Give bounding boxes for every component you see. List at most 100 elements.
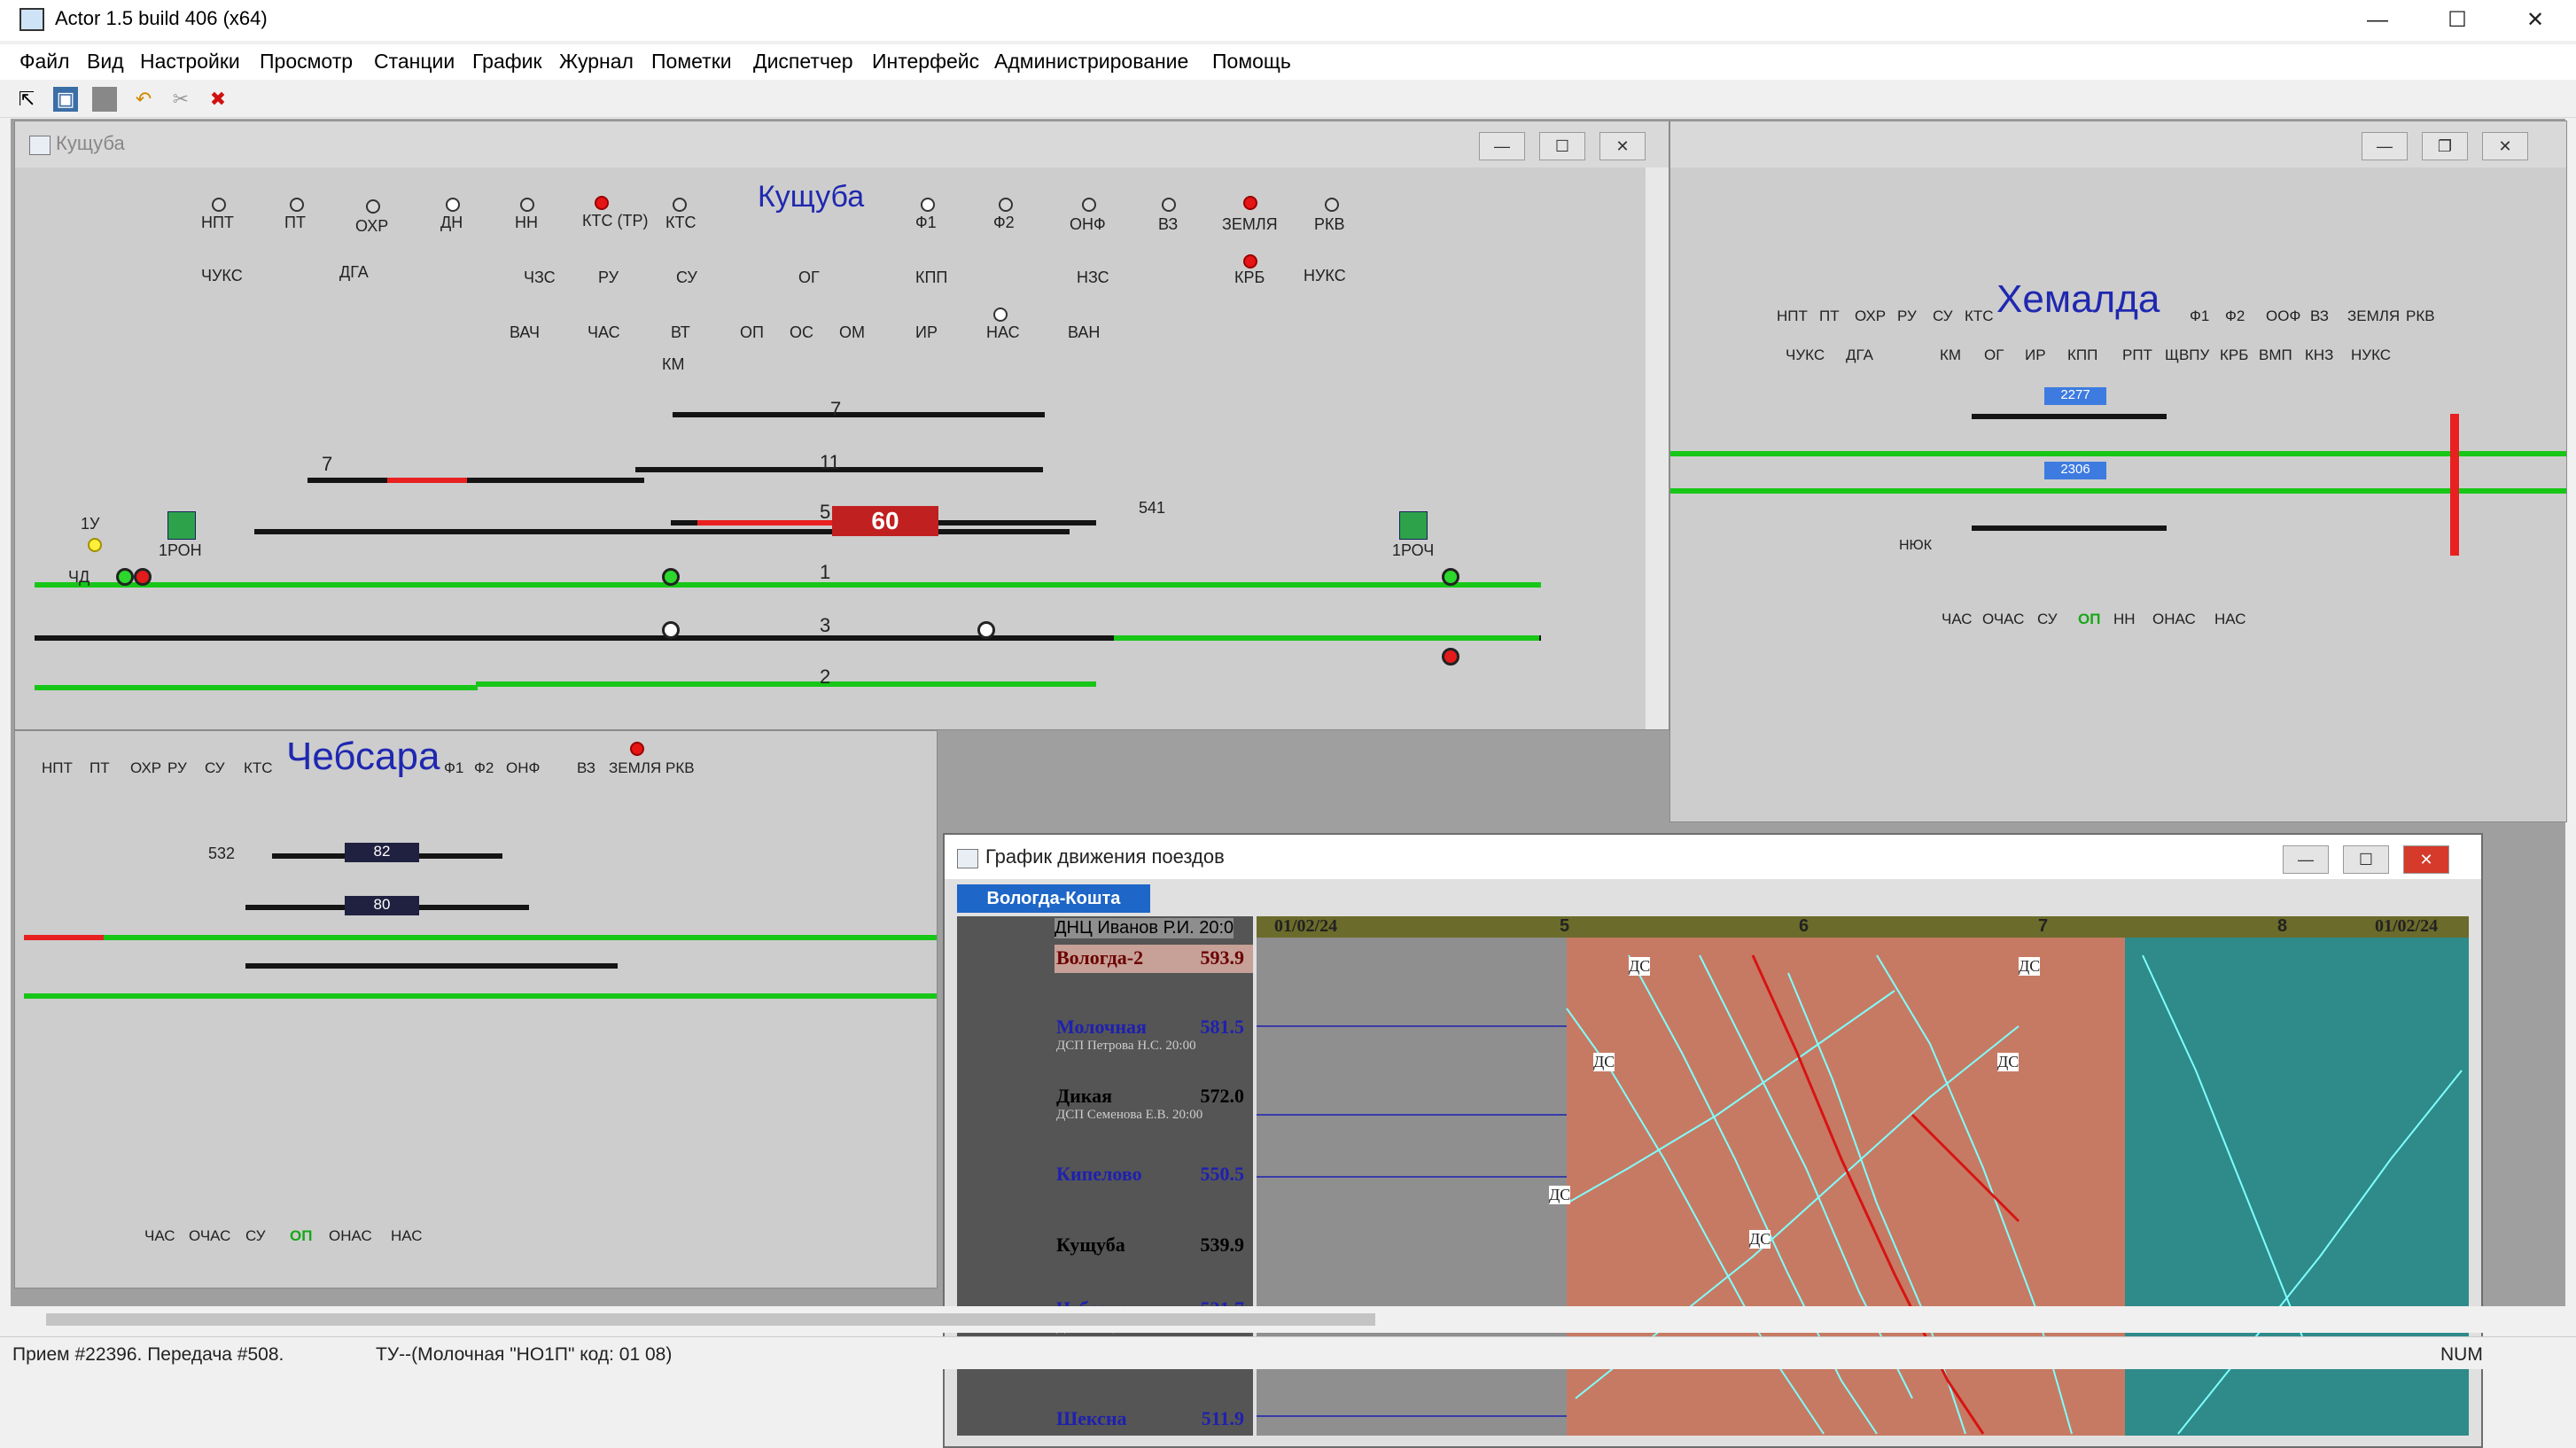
pointer-icon[interactable]: ⇱ [14,87,39,112]
indicator-label: ЧУКС [1786,346,1825,363]
signal-nd[interactable] [1442,648,1459,666]
scroll-thumb[interactable] [46,1313,1375,1326]
maximize-button[interactable]: ☐ [2419,0,2495,41]
indicator-label: КРБ [1234,269,1265,286]
indicator-label: ОЧАС [1982,611,2025,627]
indicator-label: ПТ [284,214,306,231]
menu-settings[interactable]: Настройки [140,50,240,74]
scissors-icon[interactable]: ✂ [168,87,193,112]
graph-maximize-button[interactable]: ☐ [2343,845,2389,874]
station-name[interactable]: Шексна [1056,1407,1127,1430]
indicator-label: ВАН [1068,323,1101,341]
indicator-label: ПТ [1819,308,1840,324]
horizontal-scrollbar[interactable] [11,1306,2565,1333]
menu-interface[interactable]: Интерфейс [872,50,979,74]
indicator-label: ЧАС [588,323,620,341]
indicator-label: НУКС [2351,346,2392,363]
signal-n1[interactable] [662,568,680,586]
indicator-label: ОС [790,323,813,341]
indicator-label: Ф2 [474,759,494,776]
monitor-icon[interactable]: ▣ [53,87,78,112]
station-name[interactable]: Кущуба [1056,1234,1125,1257]
station-name[interactable]: Кипелово [1056,1163,1142,1186]
train-speed-badge[interactable]: 60 [832,506,938,536]
station-window-khemalda[interactable]: — ❐ ✕ Хемалда НПТ ПТ ОХР РУ СУ КТС Ф1 Ф2… [1669,121,2567,822]
indicator-label: НУКС [1304,267,1346,284]
child-minimize-button[interactable]: — [2362,132,2408,160]
station-name[interactable]: Вологда-2 [1056,946,1143,969]
stop-icon[interactable] [92,87,117,112]
title-bar: Actor 1.5 build 406 (x64) — ☐ ✕ [0,0,2576,41]
indicator-label: НАС [986,323,1020,341]
signal-ch1[interactable] [977,621,995,639]
station-name[interactable]: Молочная [1056,1016,1147,1039]
indicator-npt [212,198,226,212]
signal-n[interactable] [1442,568,1459,586]
menu-view[interactable]: Вид [87,50,124,74]
tab-section[interactable]: Вологда-Кошта [957,884,1150,913]
signal-chd-red[interactable] [134,568,152,586]
close-button[interactable]: ✕ [2497,0,2573,41]
indicator-label: СУ [245,1227,266,1244]
delete-icon[interactable]: ✖ [206,87,230,112]
graph-minimize-button[interactable]: — [2283,845,2329,874]
child-maximize-button[interactable]: ☐ [1539,132,1585,160]
indicator-label: ВЗ [2310,308,2330,324]
station-mark: ДС [1549,1186,1571,1204]
graph-close-button[interactable]: ✕ [2403,845,2449,874]
hour-label: 7 [2038,916,2049,936]
child-close-button[interactable]: ✕ [1599,132,1646,160]
track-number: 5 [820,501,831,523]
km-label: КМ [662,355,685,373]
signal-n3[interactable] [662,621,680,639]
date-label: 01/02/24 [2375,916,2439,936]
menu-help[interactable]: Помощь [1212,50,1291,74]
indicator-label: Ф1 [915,214,937,231]
indicator-label: РКВ [2406,308,2435,324]
vertical-scrollbar[interactable] [1646,167,1669,729]
menu-admin[interactable]: Администрирование [994,50,1188,74]
station-mark: ДС [2019,957,2041,976]
indicator-vz [1162,198,1176,212]
status-bar: Прием #22396. Передача #508. ТУ--(Молочн… [0,1336,2576,1369]
km-post-label: 541 [1139,499,1166,517]
train-number-badge[interactable]: 2306 [2044,462,2106,479]
status-num: NUM [2440,1344,2483,1365]
track-9 [254,529,1070,534]
signal-chd[interactable] [116,568,134,586]
indicator-onf [1082,198,1096,212]
station-window-chebsara[interactable]: Чебсара НПТ ПТ ОХР РУ СУ КТС Ф1 Ф2 ОНФ В… [14,730,938,1288]
app-icon [19,8,44,31]
menu-browse[interactable]: Просмотр [260,50,353,74]
train-number-badge[interactable]: 2277 [2044,387,2106,405]
menu-journal[interactable]: Журнал [559,50,634,74]
undo-icon[interactable]: ↶ [131,87,156,112]
station-window-kushchuba[interactable]: Кущуба — ☐ ✕ Кущуба НПТ ПТ ОХР ДН НН КТС… [14,121,1669,730]
menu-dispatcher[interactable]: Диспетчер [753,50,853,74]
track-number: 7 [322,453,333,475]
station-name[interactable]: Дикая [1056,1085,1112,1108]
indicator-dn [446,198,460,212]
indicator-zemlya [1243,196,1257,210]
train-number-badge[interactable]: 82 [345,843,419,862]
menu-stations[interactable]: Станции [374,50,455,74]
indicator-label: РУ [598,269,619,286]
indicator-rkv [1325,198,1339,212]
minimize-button[interactable]: — [2339,0,2416,41]
train-number-badge[interactable]: 80 [345,896,419,915]
station-km: 550.5 [1200,1163,1245,1185]
child-close-button[interactable]: ✕ [2482,132,2528,160]
menu-notes[interactable]: Пометки [651,50,732,74]
menu-file[interactable]: Файл [19,50,70,74]
track-number: 1 [820,561,831,583]
station-window-titlebar: — ❐ ✕ [1670,121,2566,167]
track-13 [307,478,644,483]
dsp-label: ДСП Петрова Н.С. 20:00 [1056,1039,1196,1053]
indicator-label: ПТ [89,759,110,776]
indicator-label: НЗС [1077,269,1109,286]
child-minimize-button[interactable]: — [1479,132,1525,160]
child-restore-button[interactable]: ❐ [2422,132,2468,160]
indicator-nas [993,308,1008,322]
menu-graph[interactable]: График [472,50,542,74]
indicator-label: ОП [2078,611,2101,627]
